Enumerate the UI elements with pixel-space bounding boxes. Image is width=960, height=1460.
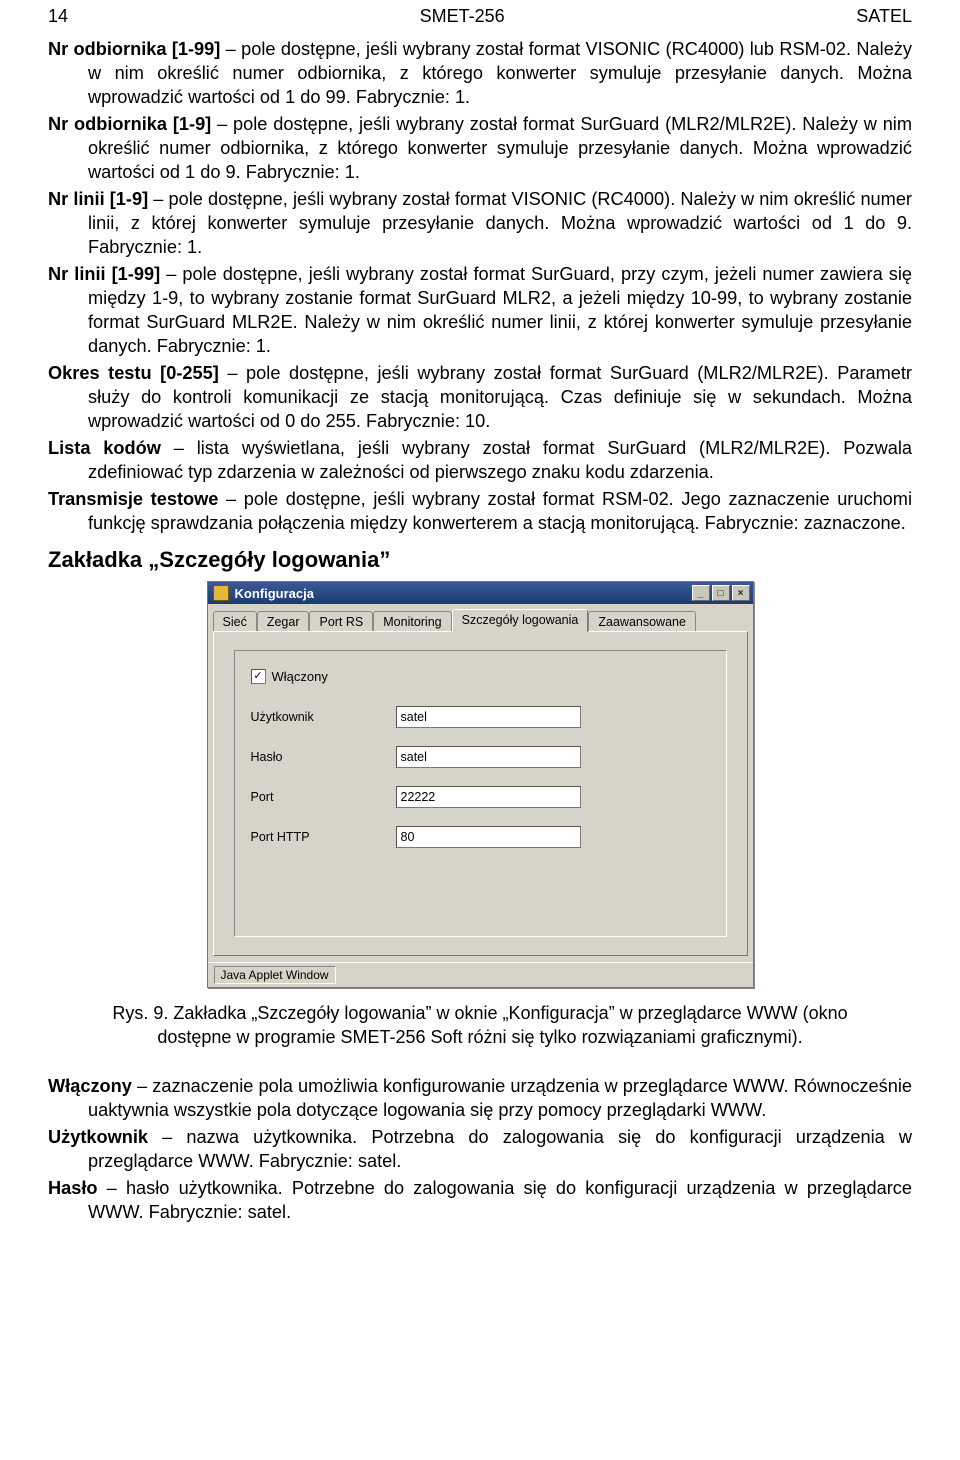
term: Transmisje testowe xyxy=(48,489,218,509)
term: Użytkownik xyxy=(48,1127,148,1147)
password-input[interactable] xyxy=(396,746,581,768)
body-text-2: Włączony – zaznaczenie pola umożliwia ko… xyxy=(48,1074,912,1224)
term: Włączony xyxy=(48,1076,132,1096)
port-input[interactable] xyxy=(396,786,581,808)
tab-panel: ✓ Włączony Użytkownik Hasło Port xyxy=(213,631,748,956)
term: Nr odbiornika [1-99] xyxy=(48,39,220,59)
desc: – zaznaczenie pola umożliwia konfigurowa… xyxy=(88,1076,912,1120)
app-icon xyxy=(213,585,229,601)
tab-advanced[interactable]: Zaawansowane xyxy=(588,611,696,632)
desc: – hasło użytkownika. Potrzebne do zalogo… xyxy=(88,1178,912,1222)
tabs: Sieć Zegar Port RS Monitoring Szczegóły … xyxy=(208,604,753,632)
http-port-input[interactable] xyxy=(396,826,581,848)
desc: – pole dostępne, jeśli wybrany został fo… xyxy=(88,114,912,182)
tab-network[interactable]: Sieć xyxy=(213,611,257,632)
http-port-label: Port HTTP xyxy=(251,830,396,844)
password-label: Hasło xyxy=(251,750,396,764)
term: Hasło xyxy=(48,1178,98,1198)
figure-caption: Rys. 9. Zakładka „Szczegóły logowania” w… xyxy=(88,1002,872,1050)
enabled-label: Włączony xyxy=(272,669,328,684)
term: Nr odbiornika [1-9] xyxy=(48,114,211,134)
config-window: Konfiguracja _ □ × Sieć Zegar Port RS Mo… xyxy=(207,581,754,988)
desc: – pole dostępne, jeśli wybrany został fo… xyxy=(88,264,912,356)
inner-panel: ✓ Włączony Użytkownik Hasło Port xyxy=(234,650,727,937)
statusbar: Java Applet Window xyxy=(208,962,753,987)
user-input[interactable] xyxy=(396,706,581,728)
term: Lista kodów xyxy=(48,438,161,458)
desc: – pole dostępne, jeśli wybrany został fo… xyxy=(88,189,912,257)
term: Okres testu [0-255] xyxy=(48,363,219,383)
tab-monitoring[interactable]: Monitoring xyxy=(373,611,451,632)
user-label: Użytkownik xyxy=(251,710,396,724)
term: Nr linii [1-9] xyxy=(48,189,148,209)
tab-clock[interactable]: Zegar xyxy=(257,611,310,632)
desc: – lista wyświetlana, jeśli wybrany zosta… xyxy=(88,438,912,482)
doc-title: SMET-256 xyxy=(420,6,505,27)
minimize-button[interactable]: _ xyxy=(692,585,710,601)
section-title: Zakładka „Szczegóły logowania” xyxy=(48,547,912,573)
port-label: Port xyxy=(251,790,396,804)
page-header: 14 SMET-256 SATEL xyxy=(48,0,912,37)
tab-port-rs[interactable]: Port RS xyxy=(309,611,373,632)
window-title: Konfiguracja xyxy=(235,586,692,601)
titlebar[interactable]: Konfiguracja _ □ × xyxy=(208,582,753,604)
close-button[interactable]: × xyxy=(732,585,750,601)
enabled-checkbox[interactable]: ✓ xyxy=(251,669,266,684)
tab-login-details[interactable]: Szczegóły logowania xyxy=(452,609,589,632)
desc: – nazwa użytkownika. Potrzebna do zalogo… xyxy=(88,1127,912,1171)
status-text: Java Applet Window xyxy=(214,966,336,984)
page-number: 14 xyxy=(48,6,68,27)
term: Nr linii [1-99] xyxy=(48,264,160,284)
body-text: Nr odbiornika [1-99] – pole dostępne, je… xyxy=(48,37,912,535)
brand: SATEL xyxy=(856,6,912,27)
maximize-button[interactable]: □ xyxy=(712,585,730,601)
